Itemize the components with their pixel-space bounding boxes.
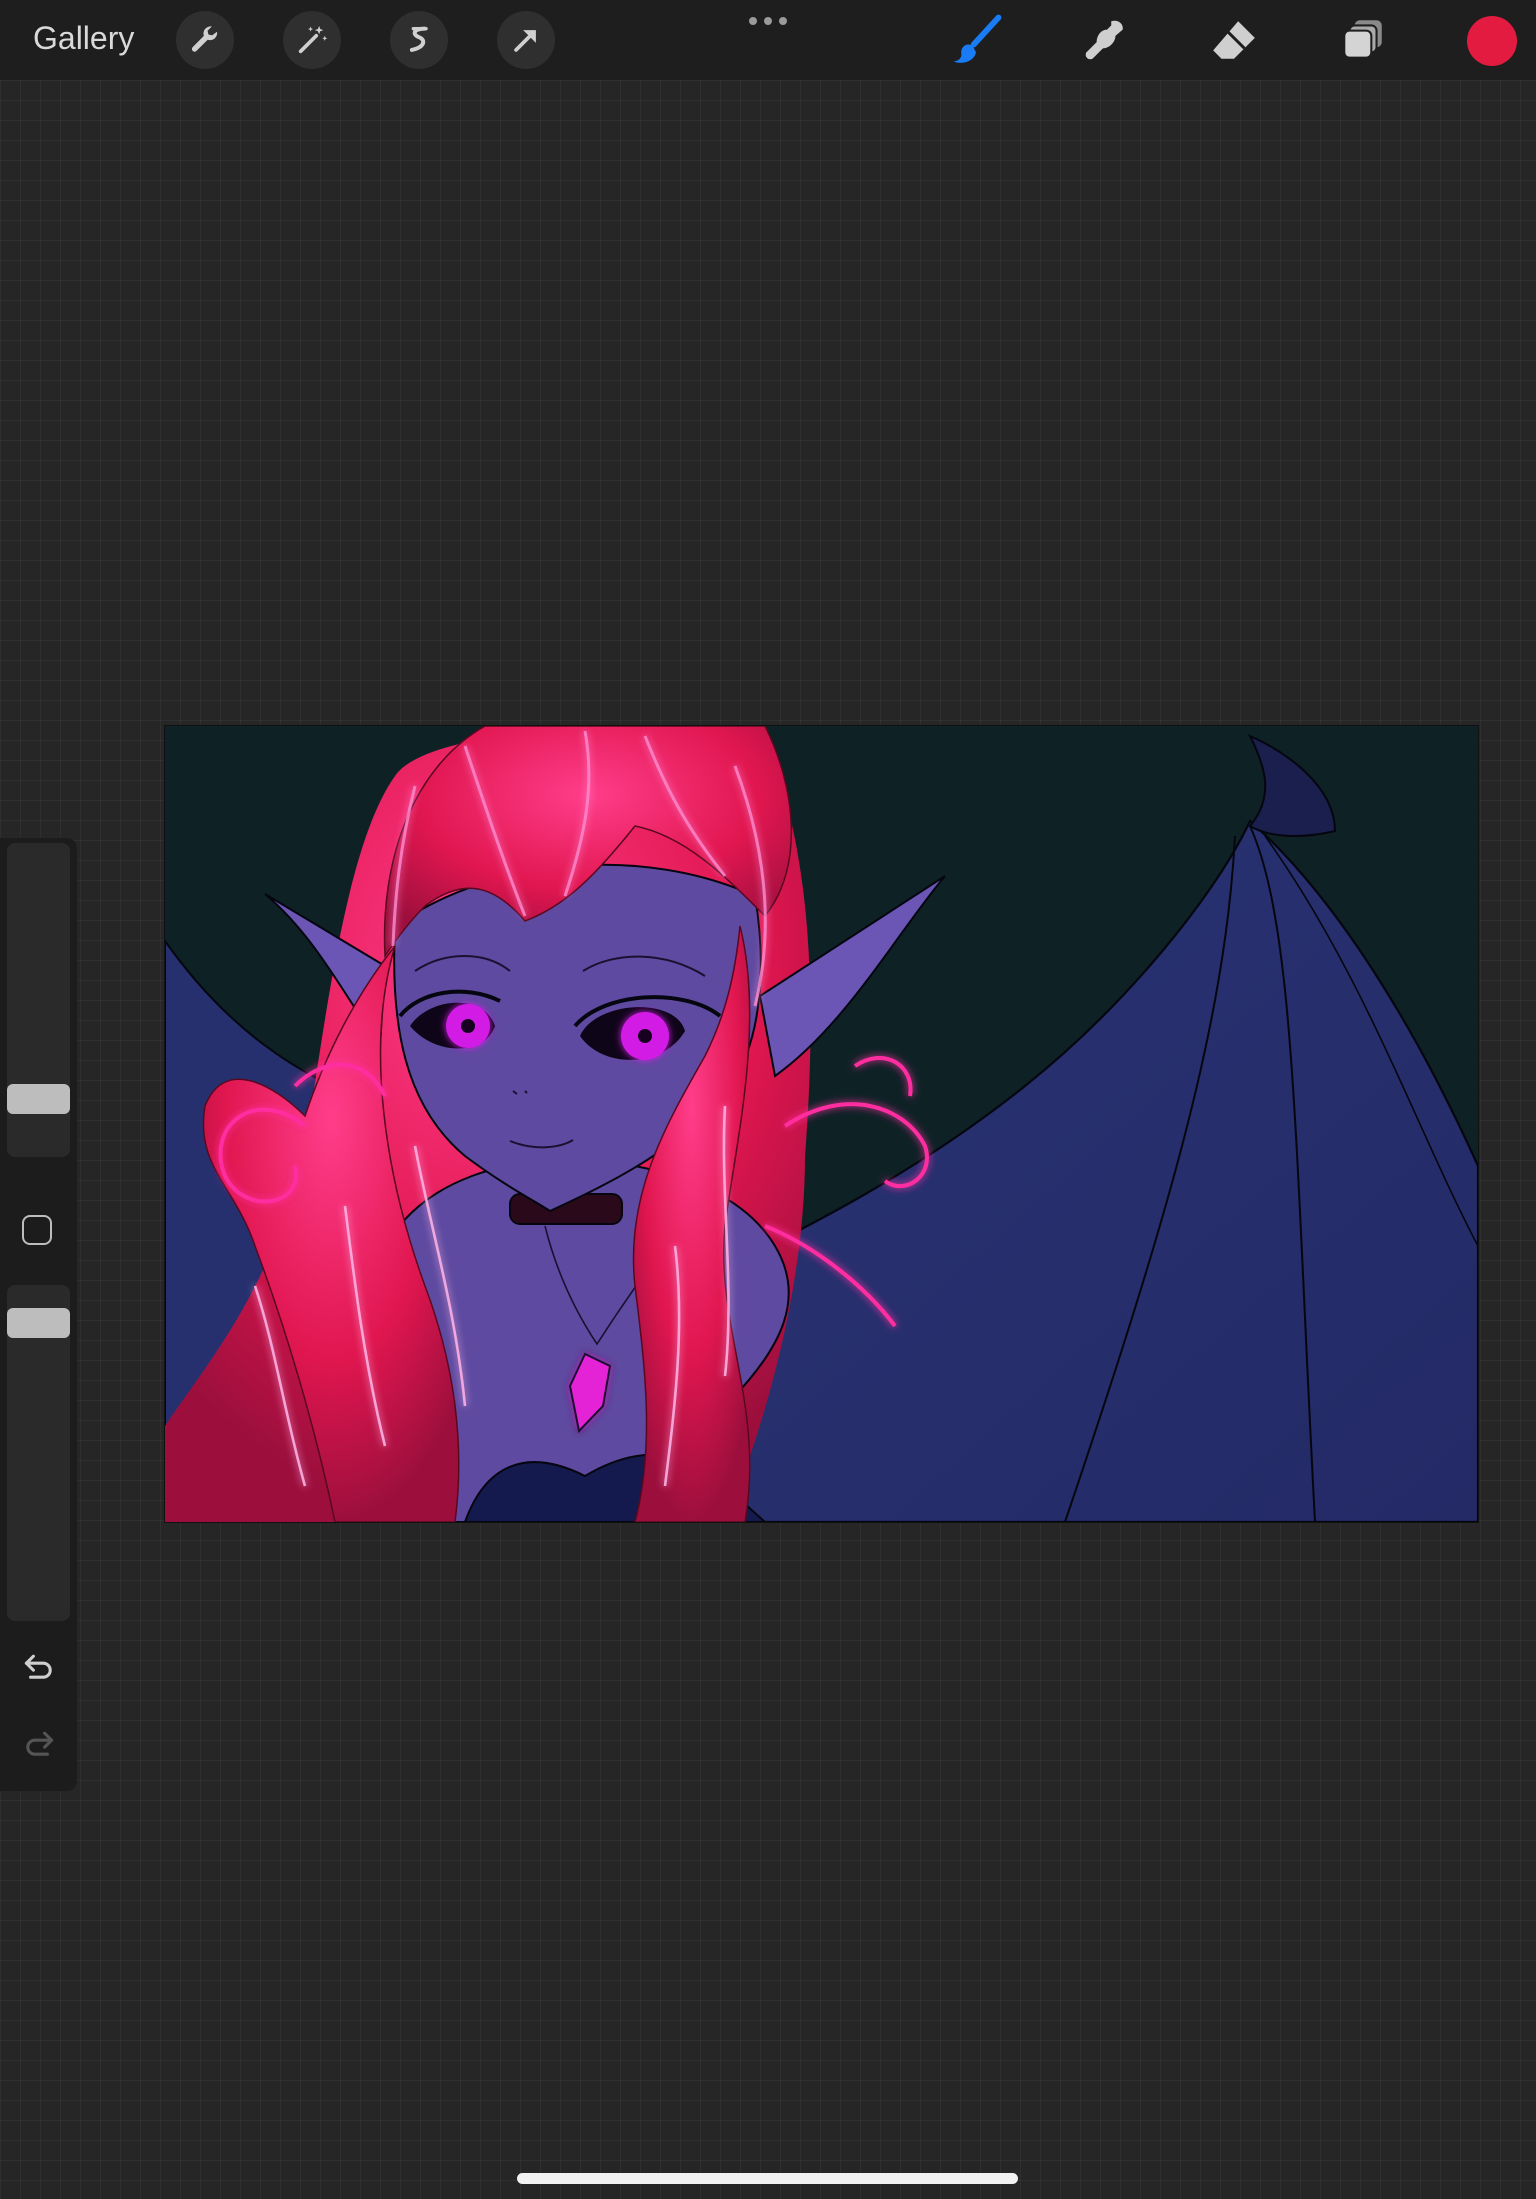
undo-icon [24,1654,52,1679]
brush-size-handle[interactable] [7,1084,70,1114]
selection-icon [409,26,428,52]
modify-button[interactable] [22,1215,52,1245]
magic-wand-icon [298,25,328,54]
adjustments-button[interactable] [283,11,341,69]
top-toolbar: Gallery [0,0,1536,80]
smudge-icon [1085,20,1123,60]
eraser-tool-button[interactable] [1206,12,1262,68]
smudge-tool-button[interactable] [1077,12,1133,68]
dot-icon [749,17,757,25]
dot-icon [779,17,787,25]
brush-icon [953,14,1002,63]
selection-button[interactable] [390,11,448,69]
drawing-canvas[interactable] [165,726,1478,1522]
eraser-icon [1213,21,1255,59]
opacity-handle[interactable] [7,1308,70,1338]
wrench-icon [191,26,218,52]
layers-icon [1343,20,1382,59]
redo-button[interactable] [20,1728,58,1758]
redo-icon [26,1731,54,1756]
artwork [165,726,1478,1522]
more-options-button[interactable] [746,12,790,30]
undo-button[interactable] [20,1651,58,1681]
transform-arrow-icon [514,30,536,52]
gallery-button[interactable]: Gallery [33,20,134,57]
home-indicator[interactable] [517,2173,1018,2184]
brush-tool-button[interactable] [948,12,1004,68]
transform-button[interactable] [497,11,555,69]
layers-button[interactable] [1335,12,1391,68]
actions-button[interactable] [176,11,234,69]
dot-icon [764,17,772,25]
color-picker-button[interactable] [1467,16,1517,66]
